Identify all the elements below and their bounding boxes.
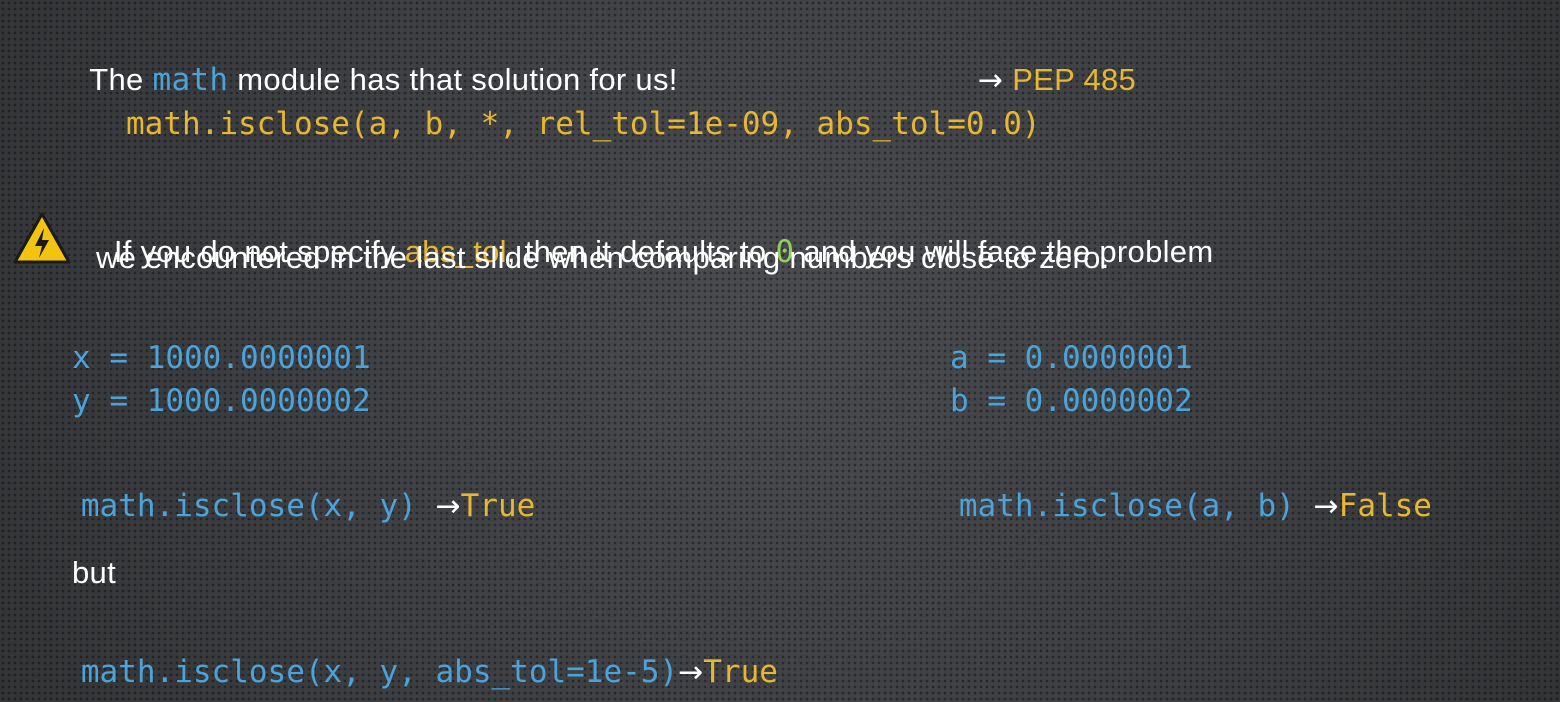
b-assignment: b = 0.0000002: [950, 383, 1193, 419]
intro-prefix: The: [89, 62, 153, 97]
intro-module-name: math: [152, 62, 229, 98]
left-isclose-result: math.isclose(x, y) →True: [72, 470, 535, 524]
warning-text-line2: we encountered in the last slide when co…: [96, 240, 1110, 275]
a-assignment: a = 0.0000001: [950, 340, 1193, 376]
isclose-signature: math.isclose(a, b, *, rel_tol=1e-09, abs…: [126, 106, 1041, 142]
left-isclose-call: math.isclose(x, y): [80, 488, 417, 524]
final-isclose-result: math.isclose(x, y, abs_tol=1e-5)→True: [72, 636, 778, 690]
right-isclose-call: math.isclose(a, b): [958, 488, 1295, 524]
x-assignment: x = 1000.0000001: [72, 340, 371, 376]
left-result-arrow: →: [435, 489, 461, 524]
but-label: but: [72, 555, 116, 590]
pep-arrow: →: [977, 63, 1004, 98]
final-isclose-call: math.isclose(x, y, abs_tol=1e-5): [80, 654, 679, 690]
intro-line: The math module has that solution for us…: [72, 26, 678, 98]
final-result-value: True: [703, 654, 778, 690]
right-result-value: False: [1338, 488, 1432, 524]
intro-suffix: module has that solution for us!: [228, 62, 678, 97]
pep-reference: → PEP 485: [960, 26, 1136, 98]
warning-icon: [13, 212, 71, 264]
final-result-arrow: →: [678, 655, 704, 690]
right-result-arrow: →: [1313, 489, 1339, 524]
left-result-value: True: [460, 488, 536, 524]
y-assignment: y = 1000.0000002: [72, 383, 371, 419]
right-isclose-result: math.isclose(a, b) →False: [950, 470, 1432, 524]
pep-label: PEP 485: [1012, 62, 1137, 97]
